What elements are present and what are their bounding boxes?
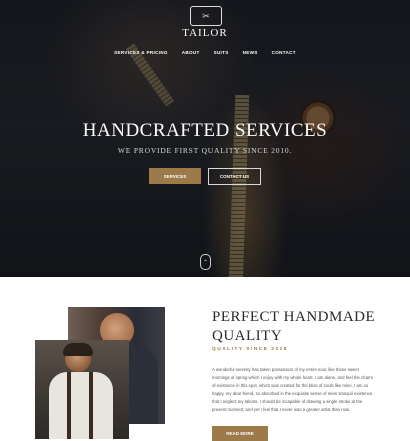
section-title-line1: PERFECT HANDMADE	[212, 309, 376, 325]
nav-item-contact[interactable]: CONTACT	[272, 50, 296, 55]
hair-shape	[63, 343, 93, 356]
hero-subtitle: WE PROVIDE FIRST QUALITY SINCE 2010.	[117, 146, 293, 155]
nav-item-services-pricing[interactable]: SERVICES & PRICING	[114, 50, 168, 55]
shirt-shape	[49, 372, 113, 439]
services-button[interactable]: SERVICES	[149, 168, 201, 184]
section-subtitle: QUALITY SINCE 2018	[212, 347, 288, 352]
contact-us-button[interactable]: CONTACT US	[208, 168, 261, 185]
brand-name[interactable]: TAILOR	[0, 27, 410, 39]
tailor-measuring-image	[35, 340, 129, 439]
nav-item-suits[interactable]: SUITS	[214, 50, 229, 55]
suspender-shape	[89, 372, 93, 439]
hero-title: HANDCRAFTED SERVICES	[82, 120, 328, 141]
section-title: PERFECT HANDMADE QUALITY	[212, 308, 402, 346]
hero-section: ✂ TAILOR SERVICES & PRICING ABOUT SUITS …	[0, 0, 410, 277]
suspender-shape	[67, 372, 71, 439]
scroll-down-icon[interactable]: ⌃	[200, 254, 211, 270]
nav-item-about[interactable]: ABOUT	[182, 50, 200, 55]
section-title-line2: QUALITY	[212, 328, 283, 344]
main-nav: SERVICES & PRICING ABOUT SUITS NEWS CONT…	[0, 50, 410, 55]
section-body-text: A wonderful serenity has taken possessio…	[212, 367, 374, 412]
scissors-logo-icon[interactable]: ✂	[190, 6, 222, 26]
nav-item-news[interactable]: NEWS	[243, 50, 258, 55]
